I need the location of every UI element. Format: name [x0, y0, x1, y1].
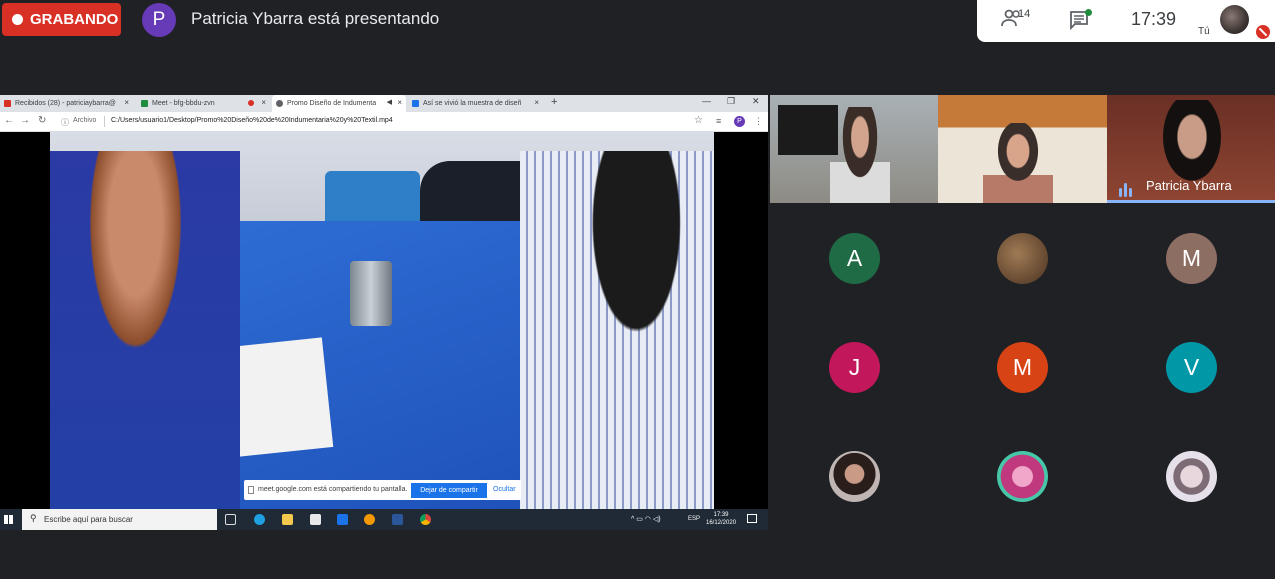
recording-label: GRABANDO [30, 11, 119, 28]
browser-address-bar: ← → ↻ ⓘ Archivo C:/Users/usuario1/Deskto… [0, 112, 768, 132]
clock-time: 17:39 [713, 512, 729, 518]
tab-label: Meet - bfg-bbdu-zvn [152, 100, 215, 107]
video-tv [778, 105, 838, 155]
browser-tab-gmail[interactable]: Recibidos (28) - patriciaybarra@ × [0, 95, 133, 112]
chrome-icon[interactable] [420, 514, 431, 525]
shared-screen: Recibidos (28) - patriciaybarra@ × Meet … [0, 95, 768, 530]
profile-avatar[interactable]: P [734, 116, 745, 127]
search-placeholder: Escribe aquí para buscar [44, 515, 133, 524]
back-icon[interactable]: ← [4, 115, 14, 126]
restore-icon[interactable]: ❐ [727, 96, 735, 107]
participant-avatar[interactable]: M [1166, 233, 1217, 284]
tab-label: Recibidos (28) - patriciaybarra@ [15, 100, 116, 107]
tile-name: Patricia Ybarra [1146, 178, 1232, 193]
participant-video [830, 107, 890, 203]
recording-badge: GRABANDO [2, 3, 121, 36]
site-favicon-icon [412, 100, 419, 107]
participant-video [983, 123, 1053, 203]
participant-video-tile[interactable] [770, 95, 938, 203]
participant-avatar[interactable] [997, 451, 1048, 502]
participant-avatar[interactable] [997, 233, 1048, 284]
participant-avatar[interactable]: J [829, 342, 880, 393]
windows-taskbar: ⚲ Escribe aquí para buscar ^ ▭ ◠ ◁) ESP … [0, 509, 768, 530]
browser-tab-bar: Recibidos (28) - patriciaybarra@ × Meet … [0, 95, 768, 112]
meet-favicon-icon [141, 100, 148, 107]
star-icon[interactable]: ☆ [694, 115, 703, 126]
task-view-icon[interactable] [225, 514, 236, 525]
video-person-right [520, 151, 714, 509]
mic-off-icon [1256, 25, 1270, 39]
hide-button[interactable]: Ocultar [493, 486, 516, 493]
browser-tab-meet[interactable]: Meet - bfg-bbdu-zvn × [137, 95, 270, 112]
divider [104, 116, 105, 127]
taskbar-search-input[interactable]: ⚲ Escribe aquí para buscar [22, 509, 217, 530]
participant-video-tile[interactable] [938, 95, 1107, 203]
participant-avatar[interactable]: V [1166, 342, 1217, 393]
participant-avatar[interactable] [829, 451, 880, 502]
stop-sharing-button[interactable]: Dejar de compartir [411, 483, 487, 498]
minimize-icon[interactable]: — [702, 96, 711, 106]
tab-label: Así se vivió la muestra de diseñ [423, 100, 522, 107]
edge-icon[interactable] [254, 514, 265, 525]
self-avatar[interactable] [1220, 5, 1249, 34]
file-scheme-label: Archivo [73, 117, 97, 124]
store-icon[interactable] [310, 514, 321, 525]
tab-label: Promo Diseño de Indumenta [287, 100, 377, 107]
more-menu-icon[interactable]: ⋮ [754, 116, 763, 127]
meeting-time: 17:39 [1131, 9, 1177, 29]
info-icon[interactable]: ⓘ [61, 117, 69, 128]
reload-icon[interactable]: ↻ [38, 115, 46, 126]
close-icon[interactable]: × [261, 98, 266, 107]
share-message: meet.google.com está compartiendo tu pan… [258, 486, 408, 493]
meeting-top-bar: GRABANDO P Patricia Ybarra está presenta… [0, 0, 1275, 42]
video-player[interactable] [50, 131, 714, 509]
self-label: Tú [1198, 26, 1210, 37]
file-explorer-icon[interactable] [282, 514, 293, 525]
new-tab-button[interactable]: + [551, 96, 557, 108]
close-window-icon[interactable]: ✕ [752, 96, 760, 107]
close-icon[interactable]: × [124, 98, 129, 107]
participant-avatar[interactable]: M [997, 342, 1048, 393]
reading-list-icon[interactable]: ≡ [716, 116, 721, 126]
search-icon: ⚲ [30, 513, 37, 523]
participant-avatar[interactable]: A [829, 233, 880, 284]
screen-share-notice: meet.google.com está compartiendo tu pan… [244, 480, 521, 500]
language-indicator[interactable]: ESP [688, 516, 700, 522]
speaking-indicator-icon [1119, 179, 1134, 197]
close-icon[interactable]: × [534, 98, 539, 107]
system-tray-icons[interactable]: ^ ▭ ◠ ◁) [631, 515, 661, 523]
clock-date: 16/12/2020 [706, 520, 737, 526]
video-person-left [50, 151, 240, 509]
participant-video-tile-speaking[interactable]: Patricia Ybarra [1107, 95, 1275, 203]
chat-notification-dot [1085, 9, 1092, 16]
word-icon[interactable] [392, 514, 403, 525]
browser-tab-video[interactable]: Promo Diseño de Indumenta ◀ × [272, 95, 406, 112]
close-icon[interactable]: × [397, 98, 402, 107]
taskbar-clock[interactable]: 17:39 16/12/2020 [706, 511, 736, 527]
mail-icon[interactable] [337, 514, 348, 525]
windows-start-icon[interactable] [4, 515, 13, 524]
presenting-status: Patricia Ybarra está presentando [191, 9, 440, 28]
speaker-icon[interactable]: ◀ [387, 98, 392, 106]
app-icon[interactable] [364, 514, 375, 525]
presenter-avatar: P [142, 3, 176, 37]
notification-icon[interactable] [747, 514, 757, 523]
grip-icon[interactable] [248, 486, 254, 494]
globe-icon [276, 100, 283, 107]
recording-indicator-icon [248, 100, 254, 106]
forward-icon[interactable]: → [20, 115, 30, 126]
recording-dot-icon [12, 14, 23, 25]
people-count: 14 [1018, 8, 1031, 20]
url-field[interactable]: C:/Users/usuario1/Desktop/Promo%20Diseño… [111, 117, 393, 124]
browser-tab-news[interactable]: Así se vivió la muestra de diseñ × [408, 95, 543, 112]
gmail-favicon-icon [4, 100, 11, 107]
video-jar [350, 261, 392, 326]
participant-avatar[interactable] [1166, 451, 1217, 502]
meeting-controls-panel: 14 17:39 Tú [977, 0, 1275, 42]
